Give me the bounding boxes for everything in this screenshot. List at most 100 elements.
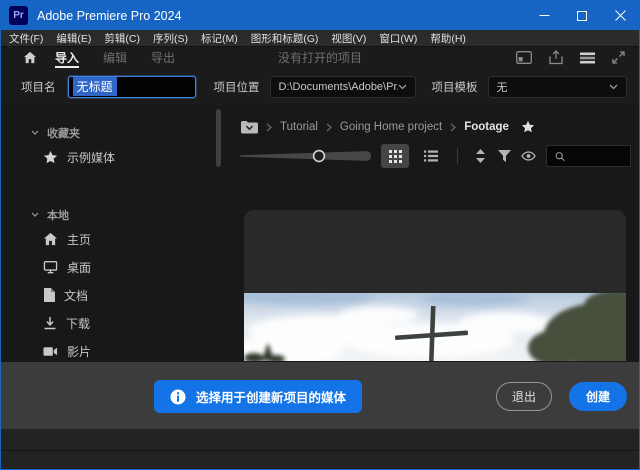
- sidebar-gap: [1, 171, 233, 195]
- project-template-value: 无: [497, 79, 610, 95]
- window-title: Adobe Premiere Pro 2024: [37, 9, 182, 23]
- sidebar-section-local[interactable]: 本地: [1, 205, 233, 225]
- project-location-dropdown[interactable]: D:\Documents\Adobe\Pr...: [270, 76, 416, 98]
- chevron-right-icon: [326, 123, 332, 132]
- workspaces-button[interactable]: [580, 52, 595, 64]
- mode-header: 导入 编辑 导出 没有打开的项目: [1, 46, 639, 68]
- media-browser: Tutorial Going Home project Footage: [233, 105, 639, 362]
- preview-toggle-button[interactable]: [516, 144, 540, 168]
- breadcrumb: Tutorial Going Home project Footage: [233, 117, 639, 137]
- sidebar-item-desktop[interactable]: 桌面: [1, 253, 233, 281]
- sidebar-item-documents[interactable]: 文档: [1, 281, 233, 309]
- thumbnail-zoom-slider[interactable]: [239, 149, 373, 163]
- chevron-down-icon: [31, 212, 39, 218]
- header-icons: [516, 50, 625, 65]
- tab-import[interactable]: 导入: [55, 47, 79, 68]
- search-input[interactable]: [571, 149, 630, 163]
- media-thumbnail-card[interactable]: [244, 210, 626, 361]
- minimize-icon: [539, 10, 550, 21]
- sidebar-item-downloads[interactable]: 下载: [1, 309, 233, 337]
- breadcrumb-item[interactable]: Tutorial: [280, 121, 318, 133]
- monitor-icon: [43, 260, 58, 274]
- app-window: Pr Adobe Premiere Pro 2024 文件(F) 编辑(E) 剪…: [0, 0, 640, 470]
- star-icon: [43, 150, 58, 165]
- menu-markers[interactable]: 标记(M): [201, 31, 238, 46]
- create-button[interactable]: 创建: [569, 382, 627, 411]
- toolbar-divider: [457, 148, 458, 164]
- sidebar-item-home[interactable]: 主页: [1, 225, 233, 253]
- breadcrumb-item-current[interactable]: Footage: [464, 121, 509, 133]
- project-template-dropdown[interactable]: 无: [488, 76, 628, 98]
- menu-edit[interactable]: 编辑(E): [56, 31, 91, 46]
- slider-track: [239, 149, 373, 163]
- menu-clip[interactable]: 剪辑(C): [104, 31, 140, 46]
- workspaces-icon: [580, 52, 595, 64]
- thumbnail-image: [244, 293, 626, 361]
- close-button[interactable]: [601, 1, 639, 30]
- fullscreen-button[interactable]: [612, 51, 625, 64]
- document-icon: [43, 288, 55, 302]
- sidebar: 收藏夹 示例媒体 本地 主页 桌面 文档: [1, 105, 233, 362]
- filter-icon: [498, 150, 511, 162]
- menu-file[interactable]: 文件(F): [9, 31, 43, 46]
- project-location-value: D:\Documents\Adobe\Pr...: [279, 81, 398, 93]
- film-icon: [43, 346, 58, 357]
- eye-icon: [521, 151, 536, 161]
- chevron-down-icon: [609, 84, 618, 90]
- sidebar-item-label: 示例媒体: [67, 149, 115, 166]
- filter-button[interactable]: [492, 144, 516, 168]
- sidebar-section-label: 收藏夹: [47, 125, 80, 141]
- project-name-value: 无标题: [73, 77, 117, 96]
- footer-bar: 选择用于创建新项目的媒体 退出 创建: [1, 362, 639, 429]
- thumbnail-placeholder: [244, 210, 626, 293]
- tab-export[interactable]: 导出: [151, 47, 175, 68]
- sort-button[interactable]: [468, 144, 492, 168]
- minimize-button[interactable]: [525, 1, 563, 30]
- bottom-panel-strip: [1, 429, 639, 450]
- project-name-input[interactable]: 无标题: [68, 76, 196, 98]
- tab-edit[interactable]: 编辑: [103, 47, 127, 68]
- maximize-button[interactable]: [563, 1, 601, 30]
- sidebar-scrollbar[interactable]: [216, 109, 221, 167]
- home-icon: [43, 232, 58, 246]
- sidebar-item-label: 影片: [67, 343, 91, 360]
- chevron-right-icon: [266, 123, 272, 132]
- panel-icon: [516, 51, 532, 64]
- status-bar-strip: [1, 450, 639, 469]
- slider-knob: [314, 151, 325, 162]
- menu-view[interactable]: 视图(V): [331, 31, 366, 46]
- info-icon: [170, 389, 186, 405]
- menu-window[interactable]: 窗口(W): [379, 31, 417, 46]
- project-status-text: 没有打开的项目: [278, 49, 362, 66]
- favorite-star-button[interactable]: [521, 120, 535, 134]
- menubar: 文件(F) 编辑(E) 剪辑(C) 序列(S) 标记(M) 图形和标题(G) 视…: [1, 30, 639, 46]
- home-button[interactable]: [23, 51, 37, 64]
- info-text: 选择用于创建新项目的媒体: [196, 387, 346, 406]
- quick-export-icon: [549, 50, 563, 65]
- sidebar-section-label: 本地: [47, 207, 69, 223]
- mode-tabs: 导入 编辑 导出: [55, 47, 175, 68]
- panel-toggle-button[interactable]: [516, 51, 532, 64]
- menu-graphics[interactable]: 图形和标题(G): [251, 31, 319, 46]
- exit-button[interactable]: 退出: [496, 382, 552, 411]
- sidebar-item-sample-media[interactable]: 示例媒体: [1, 143, 233, 171]
- search-icon: [555, 150, 565, 163]
- quick-export-button[interactable]: [549, 50, 563, 65]
- folder-icon[interactable]: [241, 120, 258, 134]
- grid-view-button[interactable]: [381, 144, 409, 168]
- menu-sequence[interactable]: 序列(S): [153, 31, 188, 46]
- project-name-label: 项目名: [21, 79, 56, 95]
- chevron-down-icon: [398, 84, 407, 90]
- list-view-icon: [424, 150, 438, 162]
- sidebar-section-favorites[interactable]: 收藏夹: [1, 123, 233, 143]
- list-view-button[interactable]: [417, 144, 445, 168]
- sidebar-item-label: 主页: [67, 231, 91, 248]
- info-banner: 选择用于创建新项目的媒体: [154, 380, 362, 413]
- breadcrumb-item[interactable]: Going Home project: [340, 121, 442, 133]
- sidebar-item-label: 桌面: [67, 259, 91, 276]
- titlebar: Pr Adobe Premiere Pro 2024: [1, 1, 639, 30]
- menu-help[interactable]: 帮助(H): [430, 31, 466, 46]
- search-box[interactable]: [546, 145, 631, 167]
- project-settings-row: 项目名 无标题 项目位置 D:\Documents\Adobe\Pr... 项目…: [1, 68, 639, 105]
- sidebar-item-movies[interactable]: 影片: [1, 337, 233, 362]
